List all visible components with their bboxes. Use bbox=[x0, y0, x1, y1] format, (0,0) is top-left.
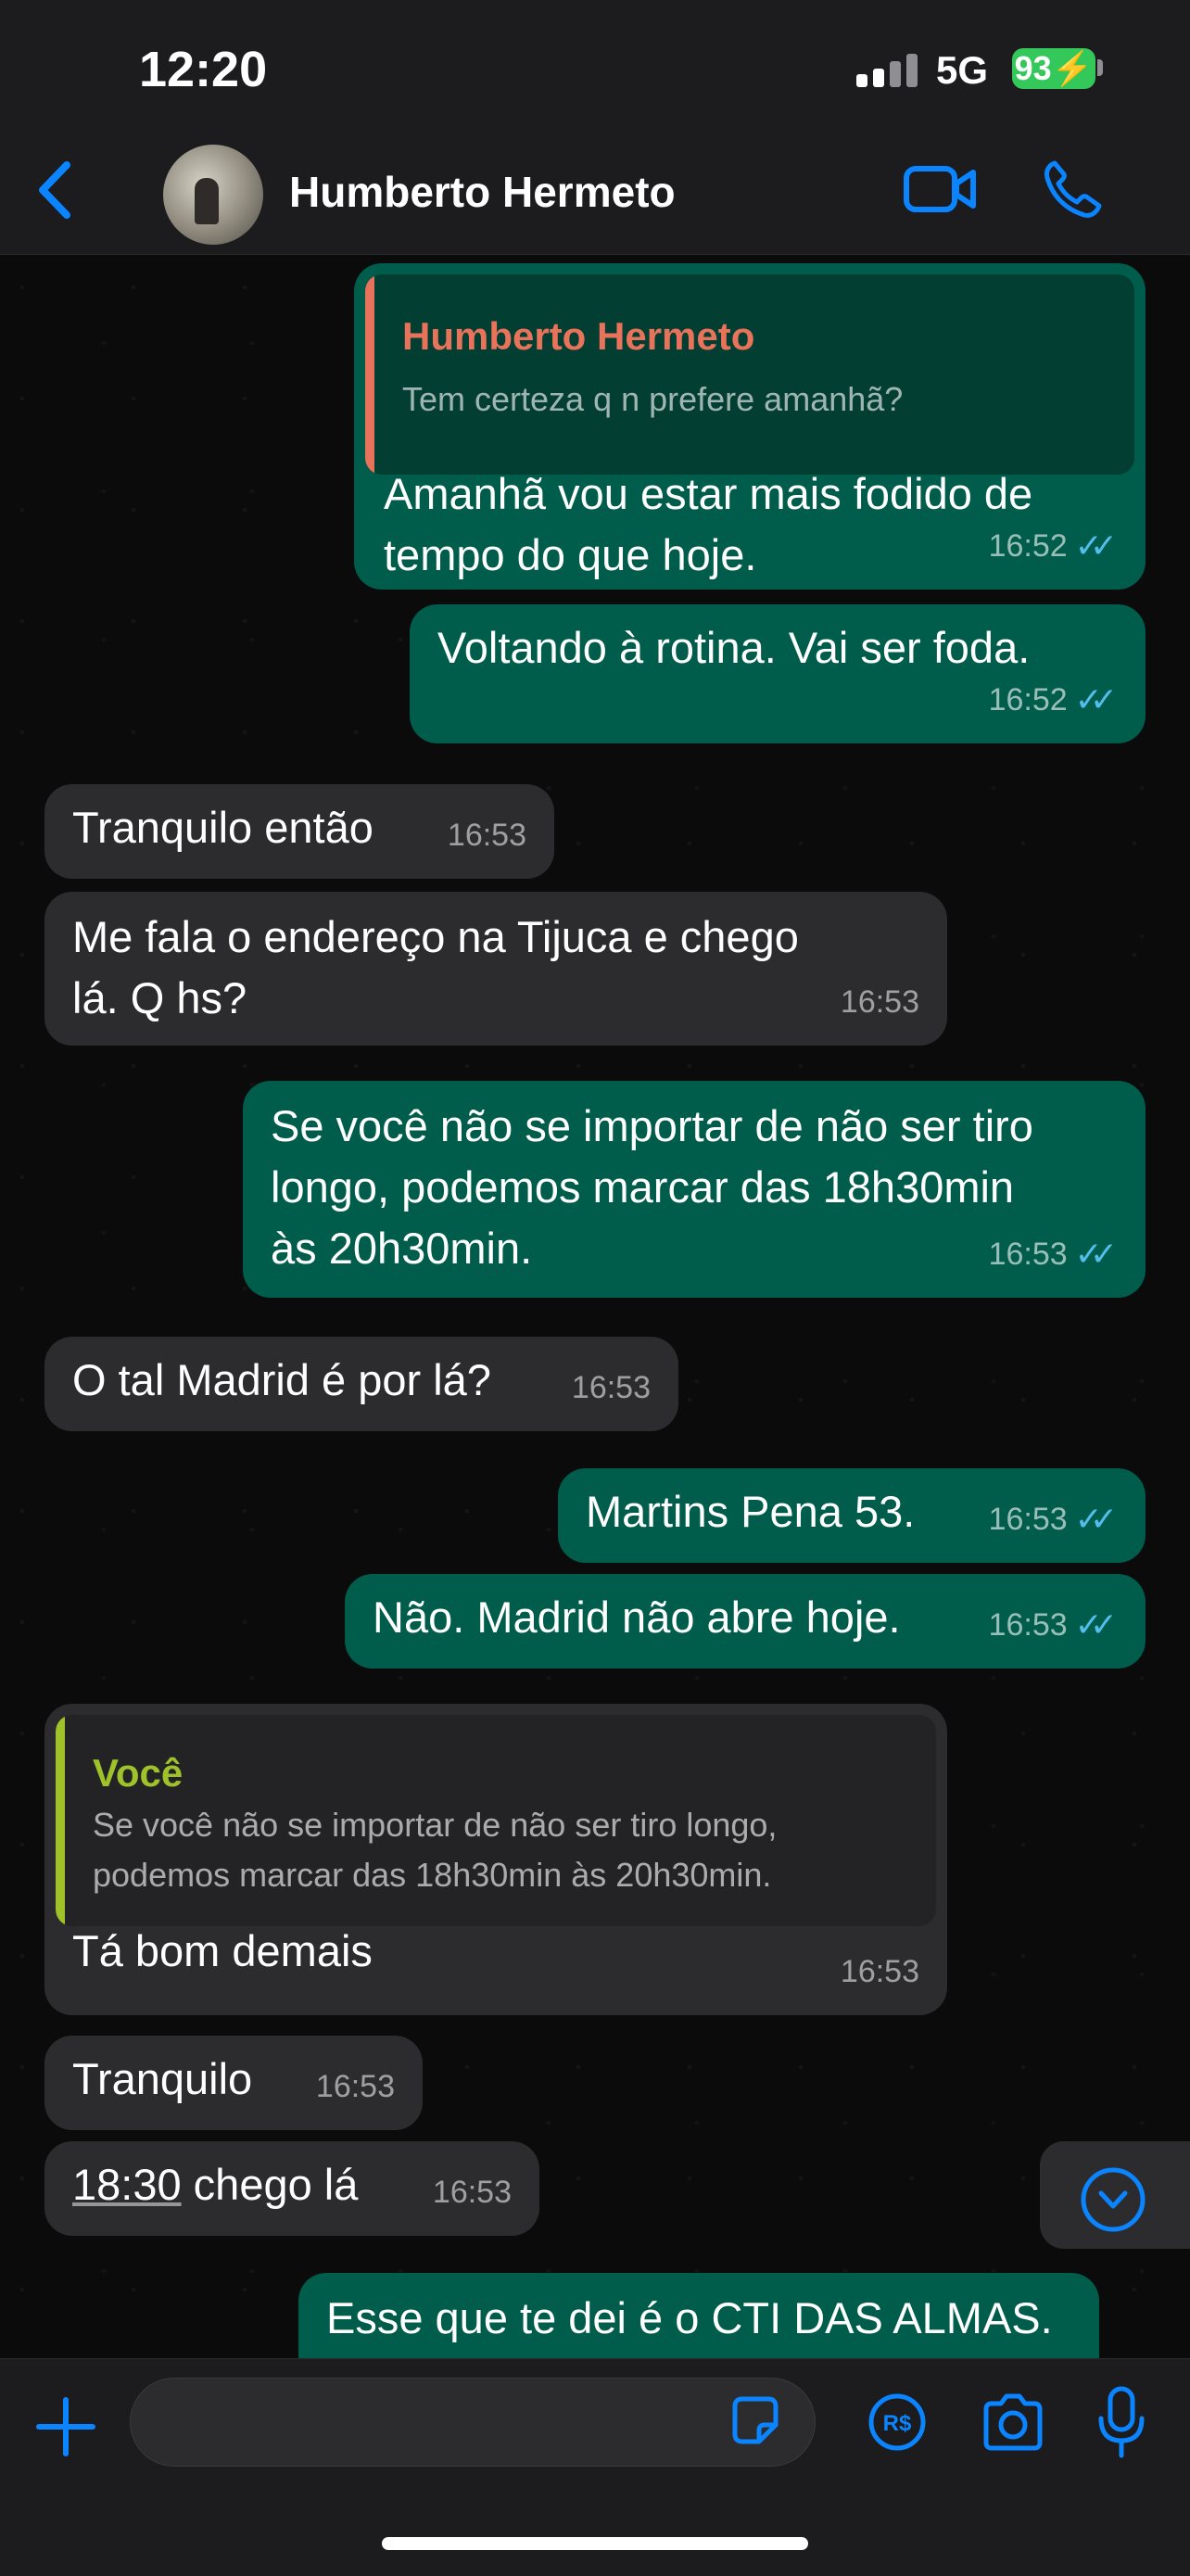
message-text: Tá bom demais bbox=[72, 1926, 373, 1975]
status-time: 12:20 bbox=[139, 42, 268, 97]
message-text: Esse que te dei é o CTI DAS ALMAS. bbox=[326, 2293, 1053, 2342]
home-indicator bbox=[382, 2537, 808, 2550]
message-out[interactable]: Voltando à rotina. Vai ser foda. 16:52 ✓✓ bbox=[410, 604, 1146, 743]
signal-strength-icon bbox=[856, 54, 919, 87]
message-text: Se você não se importar de não ser tiro … bbox=[271, 1096, 1033, 1279]
pix-icon[interactable]: R$ bbox=[867, 2392, 927, 2452]
message-composer: R$ bbox=[0, 2358, 1190, 2576]
message-time: 16:53 bbox=[840, 1954, 919, 1989]
svg-text:R$: R$ bbox=[883, 2411, 912, 2436]
chevron-down-circle-icon bbox=[1081, 2167, 1146, 2232]
double-check-icon: ✓✓ bbox=[1074, 680, 1118, 718]
contact-avatar[interactable] bbox=[163, 145, 263, 245]
charging-bolt-icon: ⚡ bbox=[1051, 49, 1094, 87]
plus-icon[interactable] bbox=[33, 2394, 98, 2459]
message-line: longo, podemos marcar das 18h30min bbox=[271, 1162, 1015, 1212]
double-check-icon: ✓✓ bbox=[1074, 1235, 1118, 1273]
phone-icon[interactable] bbox=[1042, 158, 1103, 219]
message-line: Me fala o endereço na Tijuca e chego bbox=[72, 912, 799, 961]
message-meta: 16:53 ✓✓ bbox=[988, 1489, 1119, 1550]
message-line: Se você não se importar de não ser tiro bbox=[271, 1101, 1033, 1150]
scroll-to-bottom-button[interactable] bbox=[1040, 2141, 1190, 2249]
quote-line: podemos marcar das 18h30min às 20h30min. bbox=[93, 1856, 772, 1894]
quoted-message[interactable]: Humberto Hermeto Tem certeza q n prefere… bbox=[365, 274, 1134, 475]
quoted-message[interactable]: Você Se você não se importar de não ser … bbox=[56, 1715, 936, 1926]
double-check-icon: ✓✓ bbox=[1074, 527, 1118, 565]
message-time: 16:52 bbox=[988, 528, 1068, 564]
message-out[interactable]: Se você não se importar de não ser tiro … bbox=[243, 1081, 1146, 1298]
message-in[interactable]: Me fala o endereço na Tijuca e chego lá.… bbox=[44, 892, 947, 1046]
message-out[interactable]: Esse que te dei é o CTI DAS ALMAS. bbox=[298, 2273, 1099, 2358]
message-line: lá. Q hs? bbox=[72, 973, 247, 1022]
message-out[interactable]: Não. Madrid não abre hoje. 16:53 ✓✓ bbox=[345, 1574, 1146, 1669]
contact-name[interactable]: Humberto Hermeto bbox=[289, 167, 676, 217]
quote-author: Humberto Hermeto bbox=[402, 314, 755, 358]
quote-line: Se você não se importar de não ser tiro … bbox=[93, 1806, 778, 1844]
camera-icon[interactable] bbox=[981, 2392, 1045, 2452]
message-time: 16:53 bbox=[315, 2069, 395, 2104]
message-time: 16:53 bbox=[432, 2175, 512, 2210]
double-check-icon: ✓✓ bbox=[1074, 1500, 1118, 1538]
double-check-icon: ✓✓ bbox=[1074, 1605, 1118, 1643]
message-in[interactable]: 18:30 chego lá 16:53 bbox=[44, 2141, 539, 2236]
message-time: 16:53 bbox=[988, 1237, 1068, 1272]
message-meta: 16:53 ✓✓ bbox=[988, 1224, 1119, 1285]
message-line: às 20h30min. bbox=[271, 1224, 533, 1273]
message-input[interactable] bbox=[130, 2378, 816, 2467]
battery-level: 93 bbox=[1014, 49, 1052, 87]
message-text-rest: chego lá bbox=[181, 2160, 359, 2209]
message-out[interactable]: Humberto Hermeto Tem certeza q n prefere… bbox=[354, 263, 1146, 590]
back-chevron-icon[interactable] bbox=[33, 158, 80, 222]
message-time: 16:53 bbox=[447, 818, 526, 853]
battery-tip bbox=[1097, 59, 1103, 76]
message-out[interactable]: Martins Pena 53. 16:53 ✓✓ bbox=[558, 1468, 1146, 1563]
time-link[interactable]: 18:30 bbox=[72, 2160, 182, 2209]
message-in[interactable]: Você Se você não se importar de não ser … bbox=[44, 1704, 947, 2015]
message-in[interactable]: O tal Madrid é por lá? 16:53 bbox=[44, 1337, 678, 1431]
message-meta: 16:53 ✓✓ bbox=[988, 1594, 1119, 1656]
message-time: 16:53 bbox=[571, 1370, 651, 1405]
quote-author: Você bbox=[93, 1751, 184, 1795]
message-time: 16:53 bbox=[840, 984, 919, 1020]
message-time: 16:53 bbox=[988, 1607, 1068, 1643]
chat-area[interactable]: Humberto Hermeto Tem certeza q n prefere… bbox=[0, 254, 1190, 2358]
quote-text: Se você não se importar de não ser tiro … bbox=[93, 1800, 777, 1900]
top-bar: 12:20 5G 93⚡ Humberto Hermeto bbox=[0, 0, 1190, 255]
message-text: O tal Madrid é por lá? bbox=[72, 1355, 491, 1404]
message-meta: 16:52 ✓✓ bbox=[988, 515, 1119, 577]
message-time: 16:53 bbox=[988, 1502, 1068, 1537]
video-call-icon[interactable] bbox=[903, 163, 977, 215]
message-text: Me fala o endereço na Tijuca e chego lá.… bbox=[72, 907, 799, 1029]
message-in[interactable]: Tranquilo então 16:53 bbox=[44, 784, 554, 879]
microphone-icon[interactable] bbox=[1095, 2385, 1147, 2459]
message-time: 16:52 bbox=[988, 682, 1068, 717]
battery-indicator: 93⚡ bbox=[1012, 48, 1095, 89]
sticker-icon[interactable] bbox=[728, 2393, 783, 2449]
message-meta: 16:52 ✓✓ bbox=[988, 669, 1119, 730]
message-in[interactable]: Tranquilo 16:53 bbox=[44, 2036, 423, 2130]
network-type: 5G bbox=[936, 48, 989, 92]
quote-text: Tem certeza q n prefere amanhã? bbox=[402, 380, 904, 418]
